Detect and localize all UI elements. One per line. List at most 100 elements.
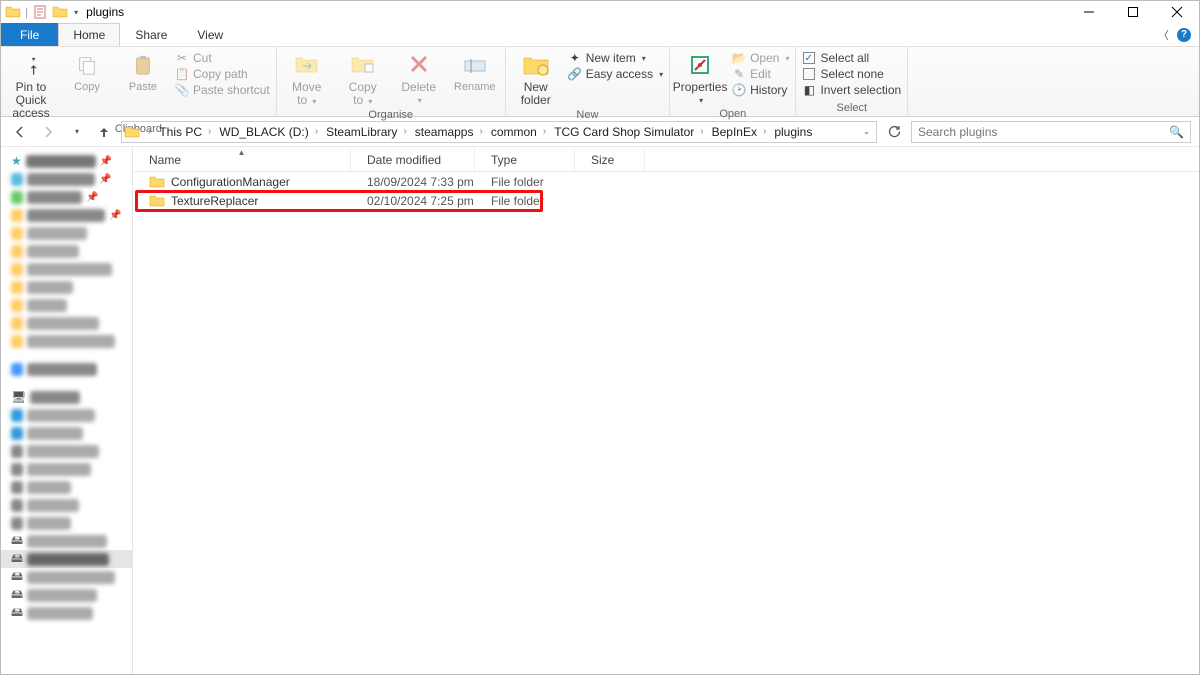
paste-shortcut-button[interactable]: 📎Paste shortcut [175,83,270,97]
navigation-pane[interactable]: ★📌 📌 📌 📌 🖥 🖴 🖴 🖴 🖴 🖴 [1,148,133,674]
tab-share[interactable]: Share [120,23,182,46]
table-row[interactable]: TextureReplacer 02/10/2024 7:25 pm File … [133,191,1199,210]
breadcrumb-item[interactable]: common› [487,125,550,139]
new-item-button[interactable]: ✦New item▾ [568,51,663,65]
breadcrumb-item[interactable]: BepInEx› [708,125,771,139]
delete-button[interactable]: Delete▾ [395,49,443,106]
column-name[interactable]: Name▲ [133,148,351,171]
file-type: File folder [475,194,575,208]
file-type: File folder [475,175,575,189]
title-bar: | ▾ plugins [1,1,1199,23]
ribbon: Pin to Quickaccess Copy Paste ✂Cut 📋Copy… [1,47,1199,117]
copy-path-icon: 📋 [175,67,189,81]
cut-button[interactable]: ✂Cut [175,51,270,65]
copy-icon [73,51,101,79]
group-new: Newfolder ✦New item▾ 🔗Easy access▾ New [506,47,670,116]
group-organise: Moveto ▾ Copyto ▾ Delete▾ Rename Organis… [277,47,506,116]
up-button[interactable] [93,121,115,143]
sort-ascending-icon: ▲ [238,148,246,157]
easy-access-button[interactable]: 🔗Easy access▾ [568,67,663,81]
paste-shortcut-icon: 📎 [175,83,189,97]
recent-locations-button[interactable]: ▾ [65,121,87,143]
move-to-icon [293,51,321,79]
group-clipboard: Pin to Quickaccess Copy Paste ✂Cut 📋Copy… [1,47,277,116]
file-name: ConfigurationManager [171,175,290,189]
main-area: ★📌 📌 📌 📌 🖥 🖴 🖴 🖴 🖴 🖴 Name▲ Date modified [1,148,1199,674]
breadcrumb-item[interactable]: WD_BLACK (D:)› [215,125,322,139]
copy-to-icon [349,51,377,79]
collapse-ribbon-icon[interactable]: 〈 [1158,27,1169,43]
breadcrumb-bar[interactable]: › This PC› WD_BLACK (D:)› SteamLibrary› … [121,121,877,143]
edit-icon: ✎ [732,67,746,81]
qat-separator: | [25,5,28,19]
open-button[interactable]: 📂Open▾ [732,51,789,65]
pin-to-quick-access-button[interactable]: Pin to Quickaccess [7,49,55,121]
search-input[interactable] [918,125,1169,139]
tab-home[interactable]: Home [58,23,120,46]
copy-button[interactable]: Copy [63,49,111,93]
breadcrumb-item[interactable]: This PC› [155,125,215,139]
invert-selection-button[interactable]: ◧Invert selection [802,83,901,97]
select-all-button[interactable]: Select all [802,51,901,65]
folder-icon [149,194,165,208]
new-item-icon: ✦ [568,51,582,65]
back-button[interactable] [9,121,31,143]
tab-file[interactable]: File [1,23,58,46]
select-none-button[interactable]: Select none [802,67,901,81]
breadcrumb-item[interactable]: plugins [770,125,816,139]
paste-button[interactable]: Paste [119,49,167,93]
file-date: 02/10/2024 7:25 pm [351,194,475,208]
breadcrumb-item[interactable]: steamapps› [411,125,487,139]
help-icon[interactable]: ? [1177,28,1191,42]
properties-button[interactable]: Properties▾ [676,49,724,106]
new-folder-icon [522,51,550,79]
folder-qat-icon[interactable] [52,4,68,20]
file-name: TextureReplacer [171,194,258,208]
column-date[interactable]: Date modified [351,148,475,171]
minimize-button[interactable] [1067,1,1111,23]
search-box[interactable]: 🔍 [911,121,1191,143]
forward-button[interactable] [37,121,59,143]
breadcrumb-item[interactable]: TCG Card Shop Simulator› [550,125,707,139]
folder-icon [149,175,165,189]
new-folder-button[interactable]: Newfolder [512,49,560,107]
chevron-down-icon[interactable]: ⌄ [863,127,870,136]
breadcrumb-item[interactable]: SteamLibrary› [322,125,411,139]
group-select: Select all Select none ◧Invert selection… [796,47,908,116]
rename-button[interactable]: Rename [451,49,499,93]
maximize-button[interactable] [1111,1,1155,23]
history-button[interactable]: 🕑History [732,83,789,97]
window-title: plugins [86,5,124,19]
folder-icon [124,124,140,140]
close-button[interactable] [1155,1,1199,23]
file-list: Name▲ Date modified Type Size Configurat… [133,148,1199,674]
rename-icon [461,51,489,79]
move-to-button[interactable]: Moveto ▾ [283,49,331,107]
table-row[interactable]: ConfigurationManager 18/09/2024 7:33 pm … [133,172,1199,191]
file-rows: ConfigurationManager 18/09/2024 7:33 pm … [133,172,1199,674]
folder-icon [5,4,21,20]
paste-icon [129,51,157,79]
properties-qat-icon[interactable] [32,4,48,20]
cut-icon: ✂ [175,51,189,65]
ribbon-tabs: File Home Share View 〈 ? [1,23,1199,47]
edit-button[interactable]: ✎Edit [732,67,789,81]
group-label-select: Select [802,100,901,116]
open-icon: 📂 [732,51,746,65]
column-headers: Name▲ Date modified Type Size [133,148,1199,172]
select-all-icon [802,51,816,65]
copy-to-button[interactable]: Copyto ▾ [339,49,387,107]
invert-selection-icon: ◧ [802,83,816,97]
refresh-button[interactable] [883,121,905,143]
column-type[interactable]: Type [475,148,575,171]
qat-dropdown-icon[interactable]: ▾ [74,8,78,17]
properties-icon [686,51,714,79]
copy-path-button[interactable]: 📋Copy path [175,67,270,81]
address-bar: ▾ › This PC› WD_BLACK (D:)› SteamLibrary… [1,117,1199,147]
search-icon: 🔍 [1169,125,1184,139]
column-size[interactable]: Size [575,148,645,171]
file-date: 18/09/2024 7:33 pm [351,175,475,189]
pin-icon [17,51,45,79]
tab-view[interactable]: View [182,23,238,46]
easy-access-icon: 🔗 [568,67,582,81]
